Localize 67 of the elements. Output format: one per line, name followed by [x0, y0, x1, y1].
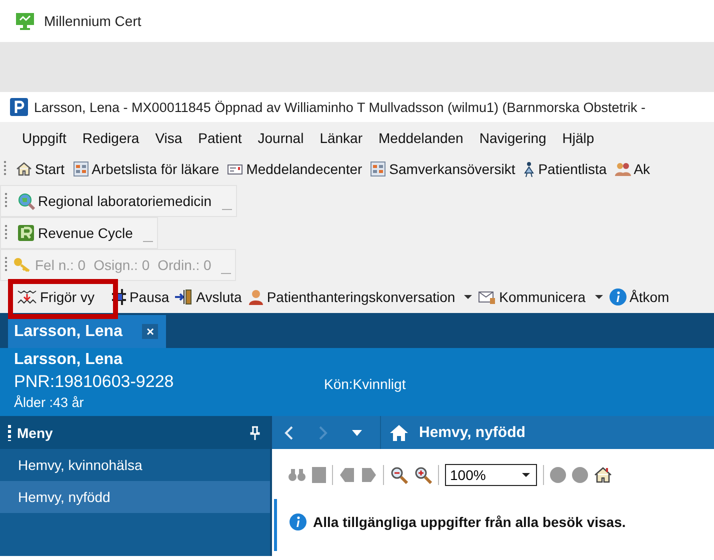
menu-item[interactable]: Länkar [312, 126, 370, 150]
menu-item[interactable]: Redigera [74, 126, 148, 150]
menu-item[interactable]: Meddelanden [370, 126, 472, 150]
house-icon [16, 161, 32, 177]
toolbar-button[interactable]: Patienthanteringskonversation [244, 287, 476, 307]
toolbar-button[interactable]: Pausa [109, 287, 172, 307]
door-exit-icon [175, 289, 194, 305]
menu-item[interactable]: Journal [250, 126, 312, 150]
window-title: Larsson, Lena - MX00011845 Öppnad av Williaminho T Mullvadsson (wilmu1) (Barnmorska Obstetrik - [34, 100, 646, 114]
menu-item[interactable]: Hemvy, nyfödd [0, 481, 270, 513]
letter-icon [478, 289, 496, 305]
circle-icon[interactable] [572, 467, 588, 483]
r-logo-icon [17, 224, 35, 242]
dropdown-caret-icon[interactable] [464, 295, 472, 299]
info-icon [289, 513, 307, 531]
zoom-out-icon[interactable] [390, 466, 408, 484]
people-icon [614, 161, 631, 177]
view-title: Hemvy, nyfödd [419, 424, 526, 441]
dropdown-caret-icon[interactable] [351, 428, 363, 436]
toolbar-button[interactable]: Frigör vy [14, 287, 98, 307]
menu-title: Meny [17, 424, 53, 440]
close-tab-icon[interactable]: × [142, 324, 158, 339]
zoom-in-icon[interactable] [414, 466, 432, 484]
list-icon [72, 161, 89, 177]
key-icon [13, 257, 31, 273]
house-icon[interactable] [594, 466, 612, 484]
app-title: Millennium Cert [44, 13, 142, 29]
patient-name: Larsson, Lena [14, 351, 124, 370]
patient-id: PNR:19810603-9228 [14, 372, 175, 393]
patient-gender: Kön:Kvinnligt [324, 376, 407, 392]
toolbar-button[interactable]: Åtkom [606, 286, 672, 308]
menu-item[interactable]: Navigering [471, 126, 554, 150]
monitor-icon [15, 12, 35, 30]
dropdown-caret-icon[interactable] [594, 295, 603, 299]
home-icon[interactable] [389, 424, 409, 442]
menu-item[interactable]: Patient [190, 126, 250, 150]
patient-tab[interactable]: Larsson, Lena × [8, 315, 166, 348]
toolbar-button[interactable]: Start [12, 159, 69, 179]
patient-age: Ålder :43 år [14, 395, 85, 412]
list-icon [370, 161, 386, 177]
person-icon [523, 161, 536, 177]
toolbar-button[interactable]: Kommunicera [475, 287, 606, 307]
info-message: Alla tillgängliga uppgifter från alla besök visas. [313, 514, 626, 530]
menu-item[interactable]: Uppgift [14, 126, 74, 150]
toolbar-button[interactable]: Samverkansöversikt [366, 159, 520, 179]
grid-icon [112, 289, 126, 305]
toolbar-button[interactable]: Avsluta [172, 287, 245, 307]
next-page-icon[interactable] [361, 467, 377, 483]
pin-icon[interactable] [250, 426, 260, 440]
toolbar-button[interactable]: Patientlista [519, 159, 611, 179]
counter-label: Osign.: 0 [92, 256, 151, 275]
app-logo-icon [10, 98, 28, 116]
menu-item[interactable]: Visa [147, 126, 190, 150]
toolbar-button[interactable]: Arbetslista för läkare [68, 159, 224, 179]
globe-search-icon [17, 192, 35, 210]
info-icon [608, 288, 627, 306]
counter-label: Fel n.: 0 [34, 256, 87, 275]
person-icon [248, 289, 264, 305]
toolbar-button[interactable]: Ak [610, 159, 654, 179]
previous-page-icon[interactable] [339, 467, 355, 483]
window-release-icon [17, 289, 37, 305]
zoom-dropdown[interactable]: 100% [445, 464, 537, 486]
menu-item[interactable]: Hjälp [554, 126, 602, 150]
circle-icon[interactable] [550, 467, 566, 483]
binoculars-icon[interactable] [288, 468, 306, 482]
toolbar-button[interactable]: Meddelandecenter [223, 159, 366, 179]
counter-label: Ordin.: 0 [156, 256, 212, 275]
